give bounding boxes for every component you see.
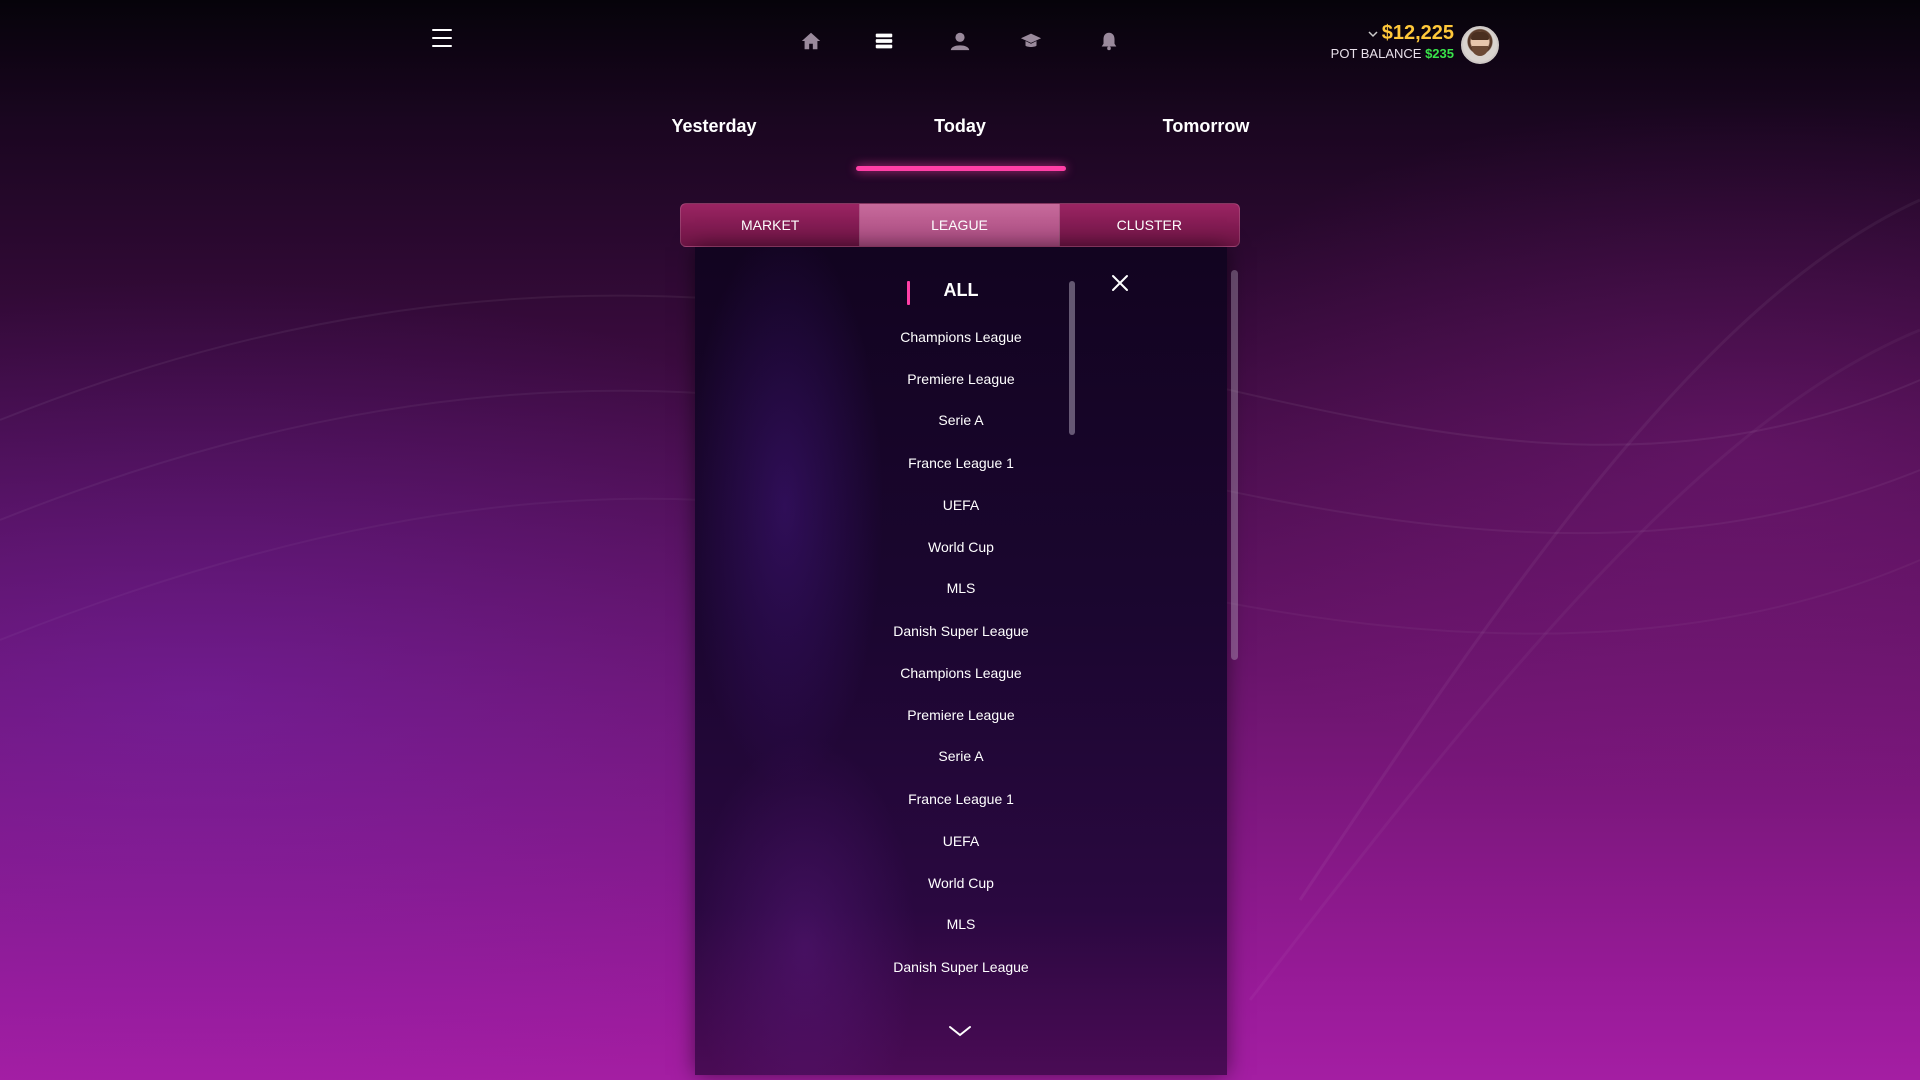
pot-balance-amount: $235 — [1425, 46, 1454, 61]
filter-segmented-control: MARKET LEAGUE CLUSTER — [680, 203, 1240, 247]
league-option[interactable]: MLS — [695, 916, 1227, 932]
list-scrollbar[interactable] — [1069, 281, 1075, 435]
league-option[interactable]: France League 1 — [695, 455, 1227, 471]
segment-league[interactable]: LEAGUE — [860, 204, 1059, 246]
league-option[interactable]: UEFA — [695, 497, 1227, 513]
league-dropdown-panel: ALL Champions League Premiere League Serie… — [695, 247, 1227, 1075]
league-option[interactable]: Danish Super League — [695, 959, 1227, 975]
league-option[interactable]: Danish Super League — [695, 623, 1227, 639]
league-option[interactable]: Serie A — [695, 412, 1227, 428]
avatar[interactable] — [1461, 26, 1499, 64]
graduation-cap-icon[interactable] — [1016, 26, 1046, 56]
chevron-down-icon[interactable] — [947, 1023, 973, 1039]
active-tab-underline — [856, 166, 1066, 171]
league-option[interactable]: Champions League — [695, 329, 1227, 345]
balance-amount: $12,225 — [1381, 22, 1454, 44]
top-nav — [0, 26, 1920, 56]
tab-yesterday[interactable]: Yesterday — [671, 116, 756, 137]
close-icon[interactable] — [1109, 272, 1131, 294]
league-option[interactable]: World Cup — [695, 539, 1227, 555]
home-icon[interactable] — [796, 26, 826, 56]
chevron-down-icon — [1368, 30, 1378, 37]
bell-icon[interactable] — [1094, 26, 1124, 56]
pot-balance-label: POT BALANCE — [1330, 46, 1422, 61]
league-option[interactable]: Serie A — [695, 748, 1227, 764]
balance-widget[interactable]: $12,225 POT BALANCE $235 — [1331, 22, 1454, 61]
league-option[interactable]: France League 1 — [695, 791, 1227, 807]
segment-market[interactable]: MARKET — [681, 204, 859, 246]
avatar-hair — [1471, 32, 1489, 40]
league-option[interactable]: UEFA — [695, 833, 1227, 849]
panel-scrollbar[interactable] — [1231, 270, 1238, 660]
league-option[interactable]: Champions League — [695, 665, 1227, 681]
league-option[interactable]: Premiere League — [695, 371, 1227, 387]
segment-cluster[interactable]: CLUSTER — [1060, 204, 1239, 246]
avatar-beard — [1472, 46, 1488, 56]
league-option[interactable]: MLS — [695, 580, 1227, 596]
tab-tomorrow[interactable]: Tomorrow — [1163, 116, 1250, 137]
user-icon[interactable] — [945, 26, 975, 56]
tab-today[interactable]: Today — [934, 116, 986, 137]
list-icon[interactable] — [869, 26, 899, 56]
league-option[interactable]: World Cup — [695, 875, 1227, 891]
league-option[interactable]: Premiere League — [695, 707, 1227, 723]
league-option-all[interactable]: ALL — [695, 280, 1227, 301]
